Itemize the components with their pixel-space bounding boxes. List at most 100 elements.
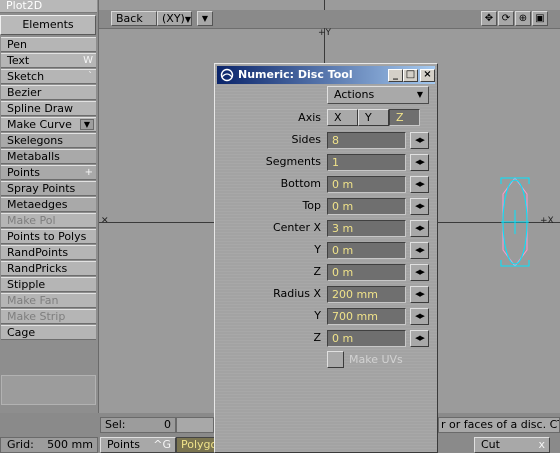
- maximize-button[interactable]: □: [403, 69, 418, 82]
- tool-spline-draw[interactable]: Spline Draw: [1, 101, 96, 116]
- field-6-z-spinner[interactable]: ◀▶: [410, 264, 429, 281]
- x-axis-marker-right: +X: [540, 216, 554, 226]
- tool-spray-points[interactable]: Spray Points: [1, 181, 96, 196]
- tool-label: Cage: [7, 326, 36, 339]
- field-0-sides-label: Sides: [291, 133, 321, 146]
- tool-make-strip[interactable]: Make Strip: [1, 309, 96, 324]
- chevron-down-icon[interactable]: ▼: [80, 119, 94, 130]
- tool-shortcut: W: [83, 55, 93, 66]
- field-5-y-input[interactable]: 0 m: [327, 242, 406, 259]
- cut-button[interactable]: Cut x: [474, 437, 550, 453]
- tool-label: Stipple: [7, 278, 46, 291]
- field-9-z-label: Z: [313, 331, 321, 344]
- field-2-bottom-spinner[interactable]: ◀▶: [410, 176, 429, 193]
- axis-x-button[interactable]: X: [327, 109, 358, 126]
- field-3-top-label: Top: [302, 199, 321, 212]
- tool-bezier[interactable]: Bezier: [1, 85, 96, 100]
- field-1-segments-input[interactable]: 1: [327, 154, 406, 171]
- close-button[interactable]: ×: [420, 69, 435, 82]
- tool-text[interactable]: Text W: [1, 53, 96, 68]
- selection-count: Sel: 0: [100, 417, 176, 433]
- tool-label: Make Curve: [7, 118, 72, 131]
- field-8-y-input[interactable]: 700 mm: [327, 308, 406, 325]
- tool-cage[interactable]: Cage: [1, 325, 96, 340]
- field-1-segments-spinner[interactable]: ◀▶: [410, 154, 429, 171]
- tool-pen[interactable]: Pen: [1, 37, 96, 52]
- field-7-radius-x-spinner[interactable]: ◀▶: [410, 286, 429, 303]
- tool-label: Spline Draw: [7, 102, 74, 115]
- actions-dropdown[interactable]: Actions ▼: [327, 86, 429, 104]
- tool-make-pol[interactable]: Make Pol: [1, 213, 96, 228]
- tool-points-to-polys[interactable]: Points to Polys: [1, 229, 96, 244]
- empty-panel-area: [1, 375, 96, 405]
- maximize-view-icon[interactable]: ▣: [532, 11, 548, 26]
- dialog-titlebar[interactable]: Numeric: Disc Tool _ □ ×: [217, 66, 435, 84]
- y-axis-marker: +Y: [318, 28, 332, 38]
- tab-plot2d[interactable]: Plot2D: [0, 0, 97, 13]
- field-3-top-spinner[interactable]: ◀▶: [410, 198, 429, 215]
- tool-label: Points to Polys: [7, 230, 87, 243]
- disc-handle-top: [500, 177, 530, 184]
- field-2-bottom-input[interactable]: 0 m: [327, 176, 406, 193]
- zoom-view-icon[interactable]: ⊕: [515, 11, 531, 26]
- tool-points[interactable]: Points +: [1, 165, 96, 180]
- field-0-sides-spinner[interactable]: ◀▶: [410, 132, 429, 149]
- view-type-dropdown[interactable]: ▼: [197, 11, 213, 26]
- tool-metaballs[interactable]: Metaballs: [1, 149, 96, 164]
- field-9-z-input[interactable]: 0 m: [327, 330, 406, 347]
- disc-handle-bottom: [500, 260, 530, 267]
- tool-label: Metaballs: [7, 150, 60, 163]
- tool-label: Text: [7, 54, 30, 67]
- field-6-z-label: Z: [313, 265, 321, 278]
- tool-stipple[interactable]: Stipple: [1, 277, 96, 292]
- field-4-center-x-spinner[interactable]: ◀▶: [410, 220, 429, 237]
- axis-z-button[interactable]: Z: [389, 109, 420, 126]
- rotate-view-icon[interactable]: ⟳: [498, 11, 514, 26]
- help-text: r or faces of a disc. CTRL: [438, 417, 560, 433]
- numeric-disc-tool-dialog[interactable]: Numeric: Disc Tool _ □ × Actions ▼ Axis …: [214, 63, 438, 453]
- tool-randpoints[interactable]: RandPoints: [1, 245, 96, 260]
- tool-sketch[interactable]: Sketch `: [1, 69, 96, 84]
- tool-label: Make Strip: [7, 310, 66, 323]
- disc-object: [500, 177, 530, 267]
- axis-label: Axis: [298, 111, 321, 124]
- field-9-z-spinner[interactable]: ◀▶: [410, 330, 429, 347]
- tool-metaedges[interactable]: Metaedges: [1, 197, 96, 212]
- field-2-bottom-label: Bottom: [280, 177, 321, 190]
- view-axes-dropdown[interactable]: (XY)▼: [157, 11, 192, 26]
- move-view-icon[interactable]: ✥: [481, 11, 497, 26]
- field-5-y-label: Y: [314, 243, 321, 256]
- tool-label: Spray Points: [7, 182, 76, 195]
- minimize-button[interactable]: _: [388, 69, 403, 82]
- field-5-y-spinner[interactable]: ◀▶: [410, 242, 429, 259]
- category-elements[interactable]: Elements: [0, 15, 96, 35]
- field-3-top-input[interactable]: 0 m: [327, 198, 406, 215]
- field-7-radius-x-label: Radius X: [273, 287, 321, 300]
- tool-label: Sketch: [7, 70, 45, 83]
- tool-label: Metaedges: [7, 198, 68, 211]
- polygons-mode-button[interactable]: Polygo: [176, 437, 216, 453]
- tool-label: Pen: [7, 38, 27, 51]
- axis-y-button[interactable]: Y: [358, 109, 389, 126]
- field-4-center-x-input[interactable]: 3 m: [327, 220, 406, 237]
- tool-randpricks[interactable]: RandPricks: [1, 261, 96, 276]
- grid-size: Grid: 500 mm: [0, 437, 98, 453]
- viewport-toolbar: Back (XY)▼ ▼ ✥ ⟳ ⊕ ▣: [99, 10, 560, 29]
- tool-make-fan[interactable]: Make Fan: [1, 293, 96, 308]
- tool-label: Skelegons: [7, 134, 63, 147]
- view-back-button[interactable]: Back: [111, 11, 157, 26]
- field-1-segments-label: Segments: [265, 155, 321, 168]
- tool-skelegons[interactable]: Skelegons: [1, 133, 96, 148]
- field-0-sides-input[interactable]: 8: [327, 132, 406, 149]
- points-mode-button[interactable]: Points ^G: [100, 437, 176, 453]
- field-8-y-spinner[interactable]: ◀▶: [410, 308, 429, 325]
- make-uvs-checkbox[interactable]: [327, 351, 344, 368]
- tool-label: RandPoints: [7, 246, 69, 259]
- field-7-radius-x-input[interactable]: 200 mm: [327, 286, 406, 303]
- field-6-z-input[interactable]: 0 m: [327, 264, 406, 281]
- tool-label: Make Pol: [7, 214, 56, 227]
- tool-label: Make Fan: [7, 294, 59, 307]
- dialog-title: Numeric: Disc Tool: [238, 68, 353, 81]
- tool-label: Points: [7, 166, 41, 179]
- tool-make-curve[interactable]: Make Curve ▼: [1, 117, 96, 132]
